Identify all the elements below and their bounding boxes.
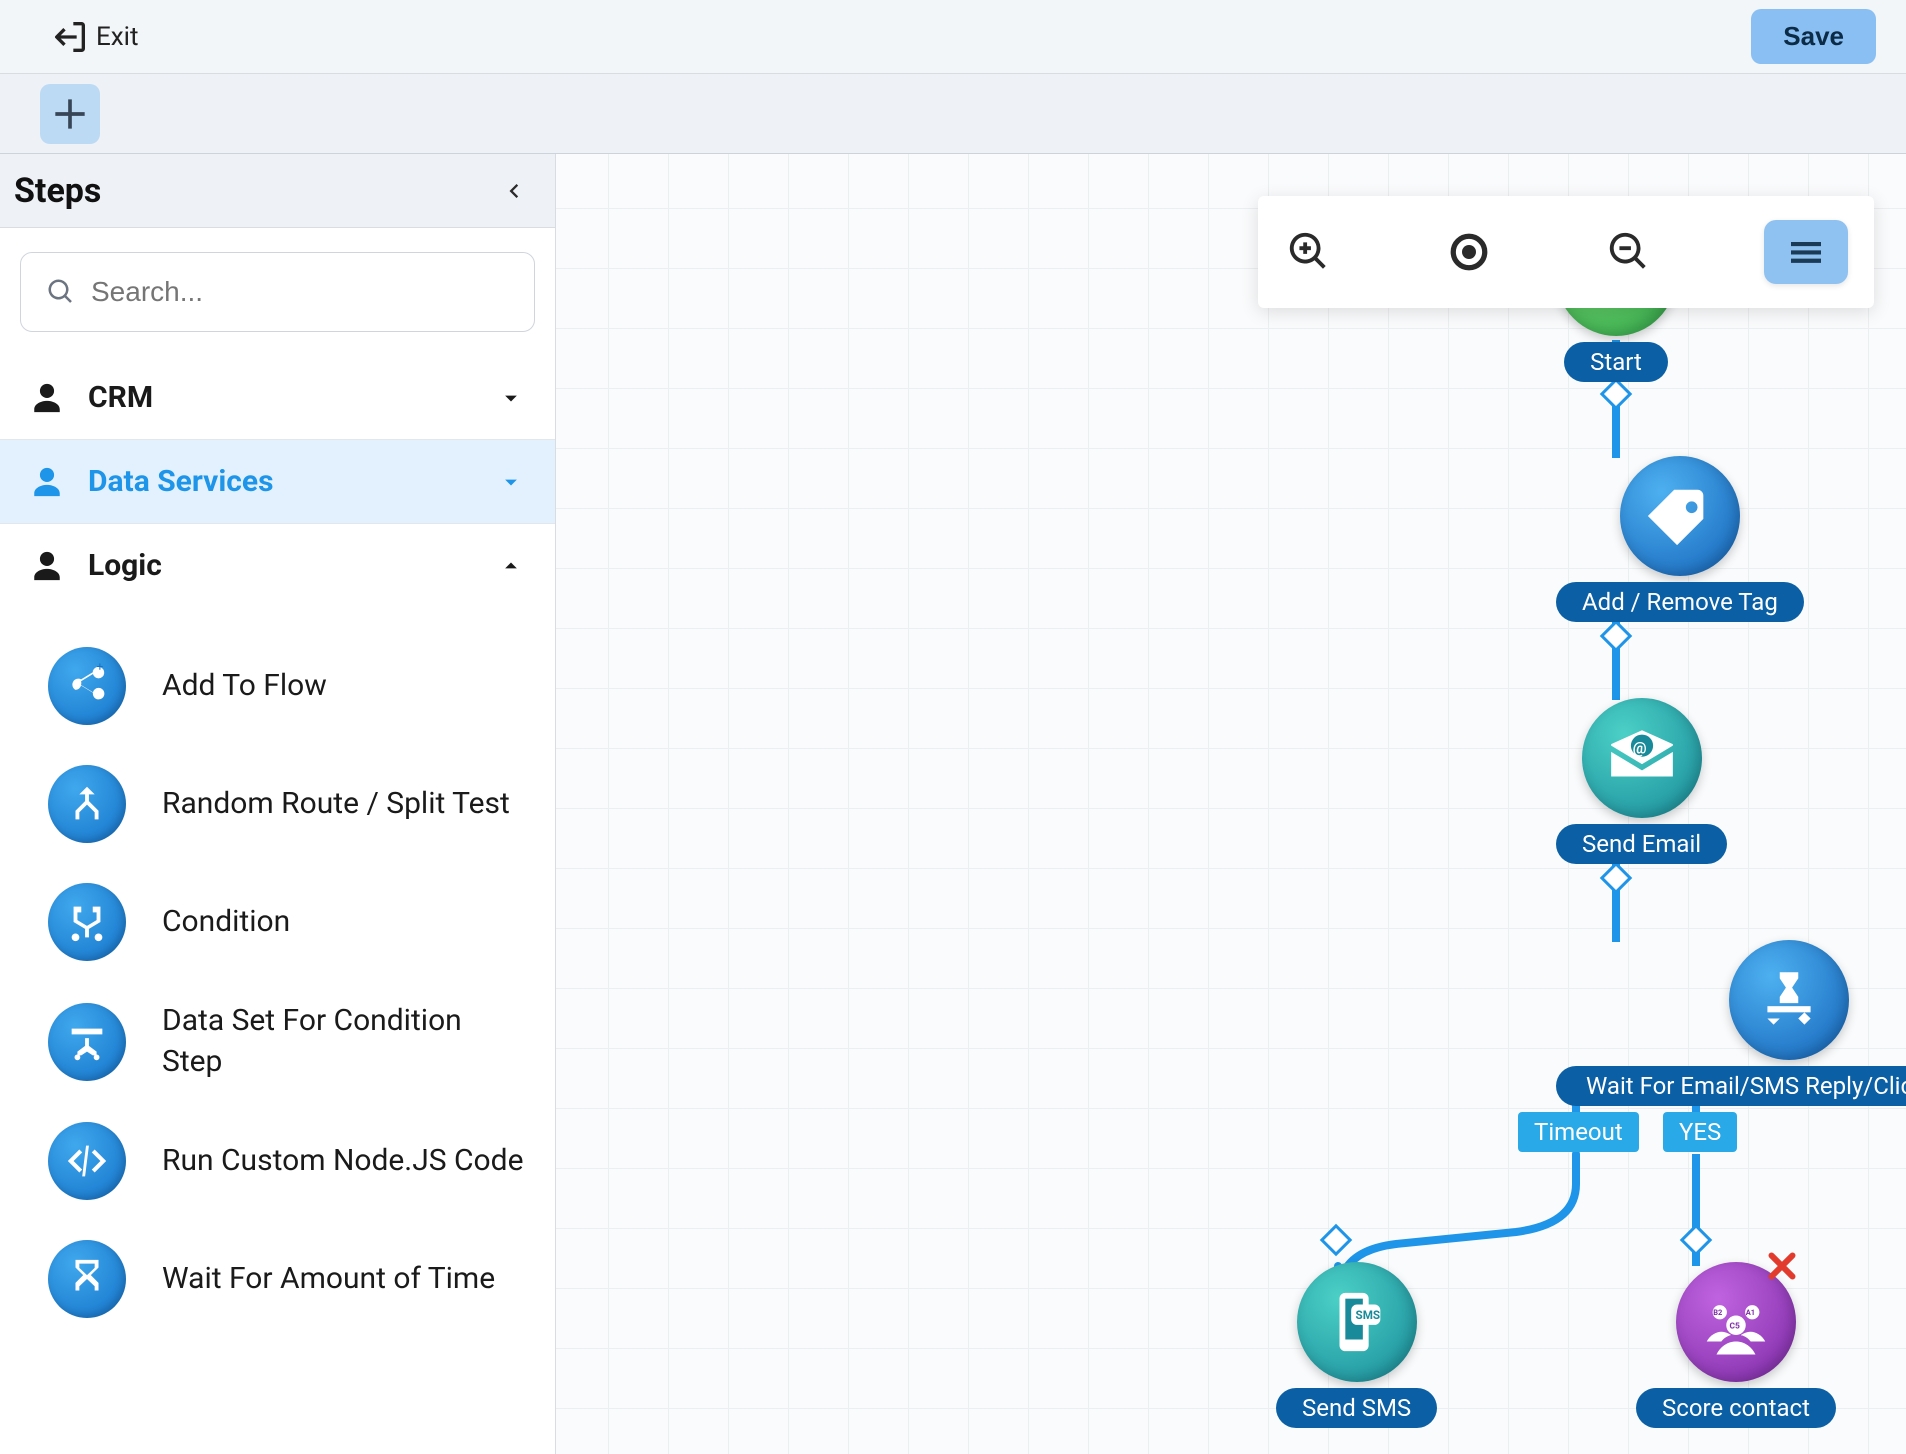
node-label: Send SMS — [1276, 1388, 1437, 1428]
svg-text:B2: B2 — [1713, 1308, 1722, 1317]
chevron-down-icon — [497, 384, 525, 412]
recenter-button[interactable] — [1444, 227, 1494, 277]
sidebar-title: Steps — [14, 171, 101, 211]
person-icon — [30, 381, 64, 415]
node-send-email[interactable]: @ Send Email — [1556, 698, 1727, 864]
wait-branch-icon — [1752, 963, 1826, 1037]
logic-item-random-route[interactable]: Random Route / Split Test — [0, 745, 555, 863]
logic-item-label: Condition — [162, 902, 290, 943]
add-step-button[interactable] — [40, 84, 100, 144]
zoom-out-icon — [1606, 229, 1652, 275]
plus-icon — [48, 92, 92, 136]
collapse-sidebar-icon[interactable] — [499, 177, 527, 205]
node-add-remove-tag[interactable]: Add / Remove Tag — [1556, 456, 1804, 622]
node-label: Add / Remove Tag — [1556, 582, 1804, 622]
dataset-icon — [48, 1003, 126, 1081]
category-label: Logic — [88, 548, 473, 583]
svg-text:SMS: SMS — [1355, 1308, 1380, 1322]
logic-item-label: Wait For Amount of Time — [162, 1259, 495, 1300]
tag-icon — [1645, 481, 1715, 551]
category-label: CRM — [88, 380, 473, 415]
steps-sidebar: Steps CRM Data Services — [0, 154, 556, 1454]
hourglass-icon — [48, 1240, 126, 1318]
chevron-up-icon — [497, 552, 525, 580]
node-send-sms[interactable]: SMS Send SMS — [1276, 1262, 1437, 1428]
zoom-toolbar — [1258, 196, 1874, 308]
node-label: Start — [1564, 342, 1668, 382]
target-icon — [1448, 231, 1490, 273]
node-label: Score contact — [1636, 1388, 1836, 1428]
save-button[interactable]: Save — [1751, 9, 1876, 64]
logic-items-list: + Add To Flow Random Route / Split Test … — [0, 607, 555, 1368]
sms-icon: SMS — [1322, 1287, 1392, 1357]
branch-badge-timeout: Timeout — [1518, 1112, 1639, 1152]
hamburger-icon — [1786, 232, 1826, 272]
exit-label: Exit — [96, 22, 139, 52]
search-input[interactable] — [20, 252, 535, 332]
branch-badge-yes: YES — [1663, 1112, 1737, 1152]
zoom-in-icon — [1286, 229, 1332, 275]
person-icon — [30, 465, 64, 499]
node-label: Send Email — [1556, 824, 1727, 864]
logic-item-wait-time[interactable]: Wait For Amount of Time — [0, 1220, 555, 1338]
logic-item-label: Run Custom Node.JS Code — [162, 1141, 523, 1182]
flow-canvas[interactable]: Start Add / Remove Tag @ Send Email — [556, 154, 1906, 1454]
zoom-in-button[interactable] — [1284, 227, 1334, 277]
logic-item-label: Random Route / Split Test — [162, 784, 510, 825]
logic-item-condition[interactable]: Condition — [0, 863, 555, 981]
share-icon: + — [48, 647, 126, 725]
node-label: Wait For Email/SMS Reply/Click/Open — [1556, 1066, 1906, 1106]
svg-text:C5: C5 — [1729, 1322, 1740, 1332]
zoom-out-button[interactable] — [1604, 227, 1654, 277]
canvas-menu-button[interactable] — [1764, 220, 1848, 284]
branch-icon — [48, 883, 126, 961]
delete-node-icon[interactable] — [1764, 1248, 1800, 1284]
score-icon: B2 A1 C5 — [1697, 1283, 1775, 1361]
svg-text:@: @ — [1632, 739, 1646, 757]
exit-icon — [50, 17, 90, 57]
split-icon — [48, 765, 126, 843]
category-data-services[interactable]: Data Services — [0, 440, 555, 524]
logic-item-run-nodejs[interactable]: Run Custom Node.JS Code — [0, 1102, 555, 1220]
logic-item-label: Data Set For Condition Step — [162, 1001, 525, 1082]
category-label: Data Services — [88, 464, 473, 499]
code-icon — [48, 1122, 126, 1200]
svg-text:+: + — [97, 663, 104, 674]
category-logic[interactable]: Logic — [0, 524, 555, 607]
node-wait-reply[interactable]: Wait For Email/SMS Reply/Click/Open — [1556, 940, 1906, 1106]
category-crm[interactable]: CRM — [0, 356, 555, 440]
email-icon: @ — [1605, 721, 1679, 795]
logic-item-label: Add To Flow — [162, 666, 327, 707]
logic-item-dataset-condition[interactable]: Data Set For Condition Step — [0, 981, 555, 1102]
svg-text:A1: A1 — [1746, 1308, 1755, 1317]
exit-button[interactable]: Exit — [50, 17, 139, 57]
node-score-contact[interactable]: B2 A1 C5 Score contact — [1636, 1262, 1836, 1428]
person-icon — [30, 549, 64, 583]
chevron-down-icon — [497, 468, 525, 496]
logic-item-add-to-flow[interactable]: + Add To Flow — [0, 627, 555, 745]
